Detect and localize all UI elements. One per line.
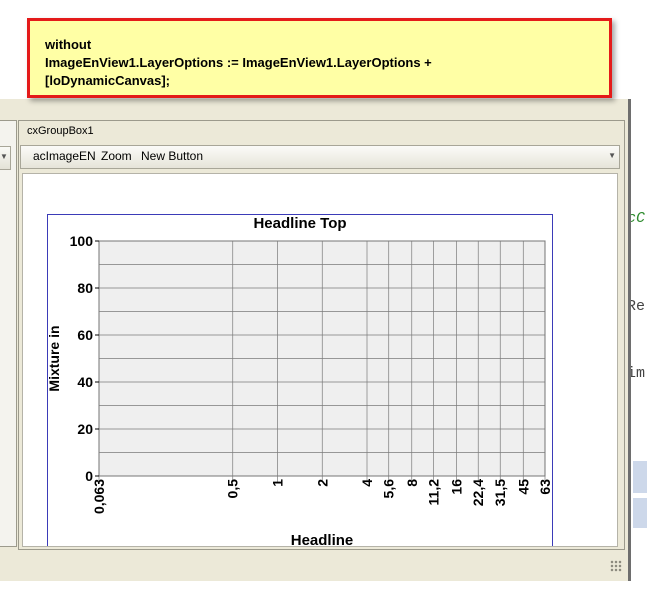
callout-line-3: [loDynamicCanvas]; xyxy=(45,73,170,88)
x-tick-label: 11,2 xyxy=(425,479,441,506)
y-tick-label: 100 xyxy=(70,233,94,249)
status-bar xyxy=(0,554,628,576)
y-tick-label: 60 xyxy=(77,327,93,343)
y-tick-label: 80 xyxy=(77,280,93,296)
annotation-callout: without ImageEnView1.LayerOptions := Ima… xyxy=(27,18,612,98)
editor-selection-block-2 xyxy=(633,498,647,528)
toolbar-item-new-button[interactable]: New Button xyxy=(141,149,203,163)
left-panel xyxy=(0,120,17,547)
callout-text: without ImageEnView1.LayerOptions := Ima… xyxy=(45,36,432,90)
callout-line-1: without xyxy=(45,37,92,52)
y-tick-label: 40 xyxy=(77,374,93,390)
image-canvas[interactable]: Headline Top 0 20 40 60 80 100 0,063 0,5 1 2 4 5,6… xyxy=(22,173,618,547)
chart: Headline Top 020406080100 0,063 0,5 1 2 4 5,6… xyxy=(47,215,553,547)
x-axis-label: Headline xyxy=(291,532,354,547)
x-tick-label: 2 xyxy=(314,479,330,487)
chart-frame: Headline Top 0 20 40 60 80 100 0,063 0,5 1 2 4 5,6… xyxy=(47,214,553,547)
toolbar-item-zoom[interactable]: Zoom xyxy=(101,149,132,163)
app-window: ▼ cxGroupBox1 acImageEN Zoom New Button … xyxy=(0,99,631,581)
x-tick-label: 0,5 xyxy=(225,479,241,499)
x-tick-label: 63 xyxy=(537,479,553,495)
x-tick-label: 0,063 xyxy=(91,479,107,514)
x-tick-label: 8 xyxy=(404,479,420,487)
group-box-caption: cxGroupBox1 xyxy=(27,125,94,137)
resize-grip-icon[interactable] xyxy=(610,560,622,572)
left-panel-dropdown[interactable]: ▼ xyxy=(0,146,11,170)
x-tick-label: 16 xyxy=(449,479,465,495)
y-axis-label: Mixture in xyxy=(47,325,62,391)
toolbar-chevron-down-icon[interactable]: ▼ xyxy=(608,151,616,160)
y-tick-label: 20 xyxy=(77,421,93,437)
group-box: cxGroupBox1 acImageEN Zoom New Button ▼ … xyxy=(18,120,625,550)
x-tick-label: 45 xyxy=(515,479,531,495)
x-tick-label: 4 xyxy=(359,479,375,487)
toolbar-item-acimageen[interactable]: acImageEN xyxy=(33,149,96,163)
x-tick-label: 5,6 xyxy=(381,479,397,499)
x-tick-label: 1 xyxy=(269,479,285,487)
chevron-down-icon: ▼ xyxy=(0,152,8,161)
callout-line-2: ImageEnView1.LayerOptions := ImageEnView… xyxy=(45,55,432,70)
x-tick-label: 31,5 xyxy=(492,479,508,506)
toolbar: acImageEN Zoom New Button ▼ xyxy=(20,145,620,169)
x-tick-label: 22,4 xyxy=(470,479,486,506)
editor-selection-block xyxy=(633,461,647,493)
chart-title: Headline Top xyxy=(253,215,346,232)
